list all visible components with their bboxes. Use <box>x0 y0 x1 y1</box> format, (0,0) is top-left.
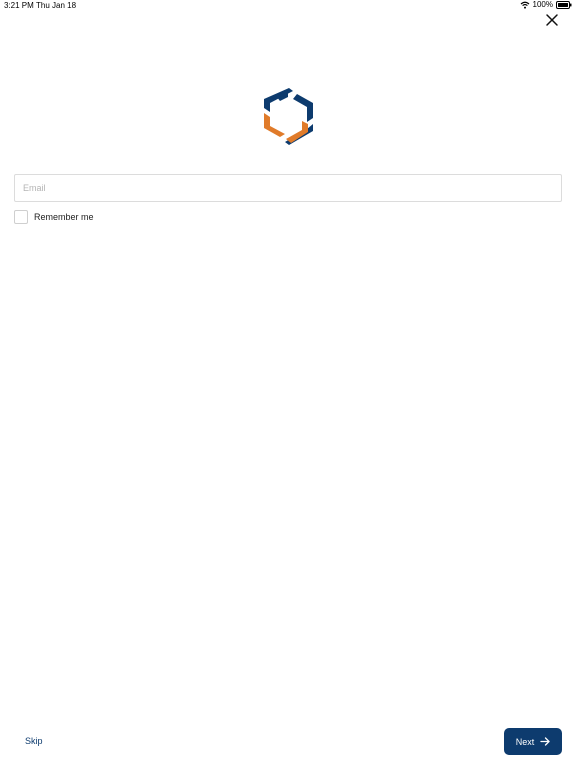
status-bar: 3:21 PM Thu Jan 18 100% <box>0 0 576 12</box>
arrow-right-icon <box>540 737 550 746</box>
remember-me-label: Remember me <box>34 212 94 222</box>
next-button-label: Next <box>515 736 535 747</box>
skip-button[interactable]: Skip <box>25 736 43 746</box>
battery-icon <box>556 0 572 9</box>
close-icon <box>546 14 558 26</box>
status-indicators: 100% <box>520 0 572 9</box>
remember-me-row[interactable]: Remember me <box>14 210 94 224</box>
status-date: Thu Jan 18 <box>36 1 77 10</box>
hexagon-logo-icon <box>258 86 318 148</box>
status-time: 3:21 PM <box>4 1 34 10</box>
email-field[interactable] <box>14 174 562 202</box>
next-button[interactable]: Next <box>504 728 562 755</box>
close-button[interactable] <box>544 12 560 28</box>
remember-me-checkbox[interactable] <box>14 210 28 224</box>
battery-percent: 100% <box>532 0 553 9</box>
wifi-icon <box>520 1 530 9</box>
